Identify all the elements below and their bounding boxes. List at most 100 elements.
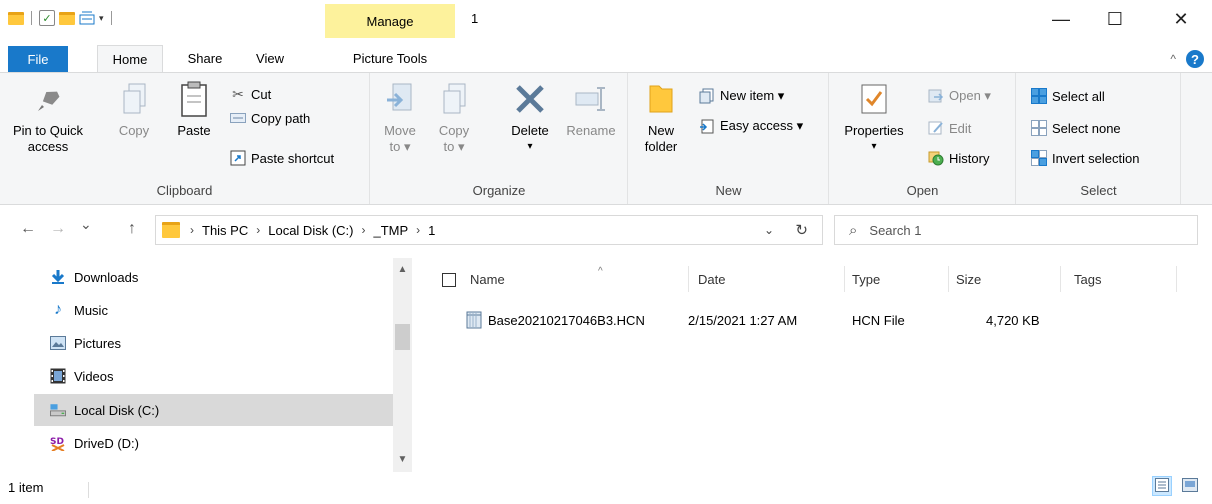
nav-item-pictures[interactable]: Pictures	[34, 328, 394, 358]
column-header-tags[interactable]: Tags	[1074, 266, 1174, 292]
tab-home[interactable]: Home	[97, 45, 163, 72]
customize-qat-chevron-icon[interactable]: ▾	[99, 13, 104, 24]
navigation-bar: ← → ⌄ ↑ › This PC › Local Disk (C:) › _T…	[0, 207, 1212, 253]
move-to-button[interactable]: Move to ▾	[379, 79, 421, 155]
collapse-ribbon-icon[interactable]: ^	[1170, 52, 1176, 66]
new-folder-qat-icon[interactable]	[59, 11, 75, 25]
breadcrumb-local-disk[interactable]: Local Disk (C:)	[268, 223, 353, 238]
scroll-down-arrow-icon[interactable]: ▼	[393, 454, 412, 465]
drive-icon	[50, 402, 66, 418]
scroll-up-arrow-icon[interactable]: ▲	[393, 264, 412, 275]
properties-button[interactable]: Properties ▾	[844, 79, 904, 155]
clipboard-group: Pin to Quick access Copy Paste ✂ Cut Cop…	[0, 73, 370, 204]
column-divider[interactable]	[1060, 266, 1061, 292]
breadcrumb-this-pc[interactable]: This PC	[202, 223, 248, 238]
title-bar: ✓ ▾ Manage 1 — ☐ ✕	[0, 0, 1212, 38]
address-dropdown-chevron-icon[interactable]: ⌄	[764, 223, 774, 237]
select-none-button[interactable]: Select none	[1031, 117, 1121, 139]
help-icon[interactable]: ?	[1186, 50, 1204, 68]
copy-path-button[interactable]: Copy path	[230, 107, 310, 129]
close-button[interactable]: ✕	[1158, 0, 1204, 38]
move-to-label-line1: Move	[384, 123, 416, 138]
paste-shortcut-button[interactable]: Paste shortcut	[230, 147, 334, 169]
column-divider[interactable]	[1176, 266, 1177, 292]
search-icon: ⌕	[849, 221, 858, 239]
nav-item-local-disk[interactable]: Local Disk (C:)	[34, 394, 393, 426]
manage-contextual-tab[interactable]: Manage	[325, 4, 455, 38]
open-button[interactable]: Open ▾	[928, 85, 991, 107]
file-date: 2/15/2021 1:27 AM	[688, 312, 798, 328]
history-icon	[928, 150, 944, 166]
new-group-label: New	[715, 183, 742, 198]
breadcrumb-separator[interactable]: ›	[361, 223, 365, 237]
nav-item-label: Videos	[74, 368, 114, 384]
nav-pane-scrollbar[interactable]: ▲ ▼	[393, 258, 412, 472]
new-item-button[interactable]: New item ▾	[699, 85, 784, 107]
select-all-icon	[1031, 88, 1047, 104]
scrollbar-thumb[interactable]	[395, 324, 410, 350]
breadcrumb-separator[interactable]: ›	[416, 223, 420, 237]
breadcrumb-separator[interactable]: ›	[190, 223, 194, 237]
column-divider[interactable]	[688, 266, 689, 292]
pin-to-quick-access-button[interactable]: Pin to Quick access	[10, 79, 86, 155]
column-header-date[interactable]: Date	[698, 266, 838, 292]
paste-button[interactable]: Paste	[172, 79, 216, 139]
tab-file[interactable]: File	[8, 46, 68, 72]
rename-label: Rename	[566, 123, 616, 138]
delete-button[interactable]: Delete ▾	[505, 79, 555, 155]
nav-item-videos[interactable]: Videos	[34, 361, 394, 391]
select-all-checkbox[interactable]	[442, 273, 456, 287]
column-header-size[interactable]: Size	[956, 266, 1056, 292]
history-button[interactable]: History	[928, 147, 989, 169]
search-input[interactable]: ⌕ Search 1	[834, 215, 1198, 245]
rename-button[interactable]: Rename	[563, 79, 619, 139]
recent-locations-chevron-icon[interactable]: ⌄	[80, 216, 92, 233]
nav-item-downloads[interactable]: Downloads	[34, 262, 394, 292]
details-view-button[interactable]	[1152, 476, 1172, 496]
download-icon	[50, 269, 66, 285]
nav-item-music[interactable]: ♪ Music	[34, 295, 394, 325]
pin-icon	[30, 79, 66, 119]
new-folder-button[interactable]: New folder	[639, 79, 683, 155]
copy-to-icon	[436, 79, 472, 119]
easy-access-button[interactable]: Easy access ▾	[699, 115, 803, 137]
address-bar[interactable]: › This PC › Local Disk (C:) › _TMP › 1 ⌄…	[155, 215, 823, 245]
pictures-icon	[50, 335, 66, 351]
tab-picture-tools[interactable]: Picture Tools	[325, 45, 455, 72]
rename-qat-icon[interactable]	[79, 10, 95, 26]
table-row[interactable]: Base20210217046B3.HCN 2/15/2021 1:27 AM …	[466, 308, 1106, 332]
large-icons-view-button[interactable]	[1180, 476, 1200, 496]
cut-button[interactable]: ✂ Cut	[230, 83, 271, 105]
select-all-button[interactable]: Select all	[1031, 85, 1105, 107]
up-arrow-icon[interactable]: ↑	[128, 220, 136, 238]
select-none-icon	[1031, 120, 1047, 136]
column-header-name[interactable]: ^ Name	[470, 266, 690, 292]
breadcrumb-separator[interactable]: ›	[256, 223, 260, 237]
back-arrow-icon[interactable]: ←	[20, 220, 36, 238]
copy-path-icon	[230, 110, 246, 126]
tab-view[interactable]: View	[243, 45, 297, 72]
forward-arrow-icon[interactable]: →	[50, 220, 66, 238]
invert-selection-button[interactable]: Invert selection	[1031, 147, 1139, 169]
details-view-icon	[1155, 477, 1169, 495]
sort-ascending-icon: ^	[598, 266, 603, 277]
tab-share[interactable]: Share	[176, 45, 234, 72]
select-all-label: Select all	[1052, 88, 1105, 104]
copy-button[interactable]: Copy	[114, 79, 154, 139]
refresh-icon[interactable]: ↻	[795, 221, 808, 239]
column-header-type[interactable]: Type	[852, 266, 942, 292]
edit-button[interactable]: Edit	[928, 117, 971, 139]
scissors-icon: ✂	[232, 85, 244, 102]
breadcrumb-tmp[interactable]: _TMP	[373, 223, 408, 238]
nav-item-drived[interactable]: SD DriveD (D:)	[34, 428, 394, 458]
copy-to-button[interactable]: Copy to ▾	[433, 79, 475, 155]
column-divider[interactable]	[948, 266, 949, 292]
item-count: 1 item	[8, 480, 44, 495]
minimize-button[interactable]: —	[1038, 0, 1084, 38]
breadcrumb-current[interactable]: 1	[428, 223, 435, 238]
nav-item-label: Downloads	[74, 269, 139, 285]
maximize-button[interactable]: ☐	[1092, 0, 1138, 38]
properties-qat-icon[interactable]: ✓	[39, 10, 55, 26]
column-divider[interactable]	[844, 266, 845, 292]
select-group: Select all Select none Invert selection …	[1017, 73, 1181, 204]
